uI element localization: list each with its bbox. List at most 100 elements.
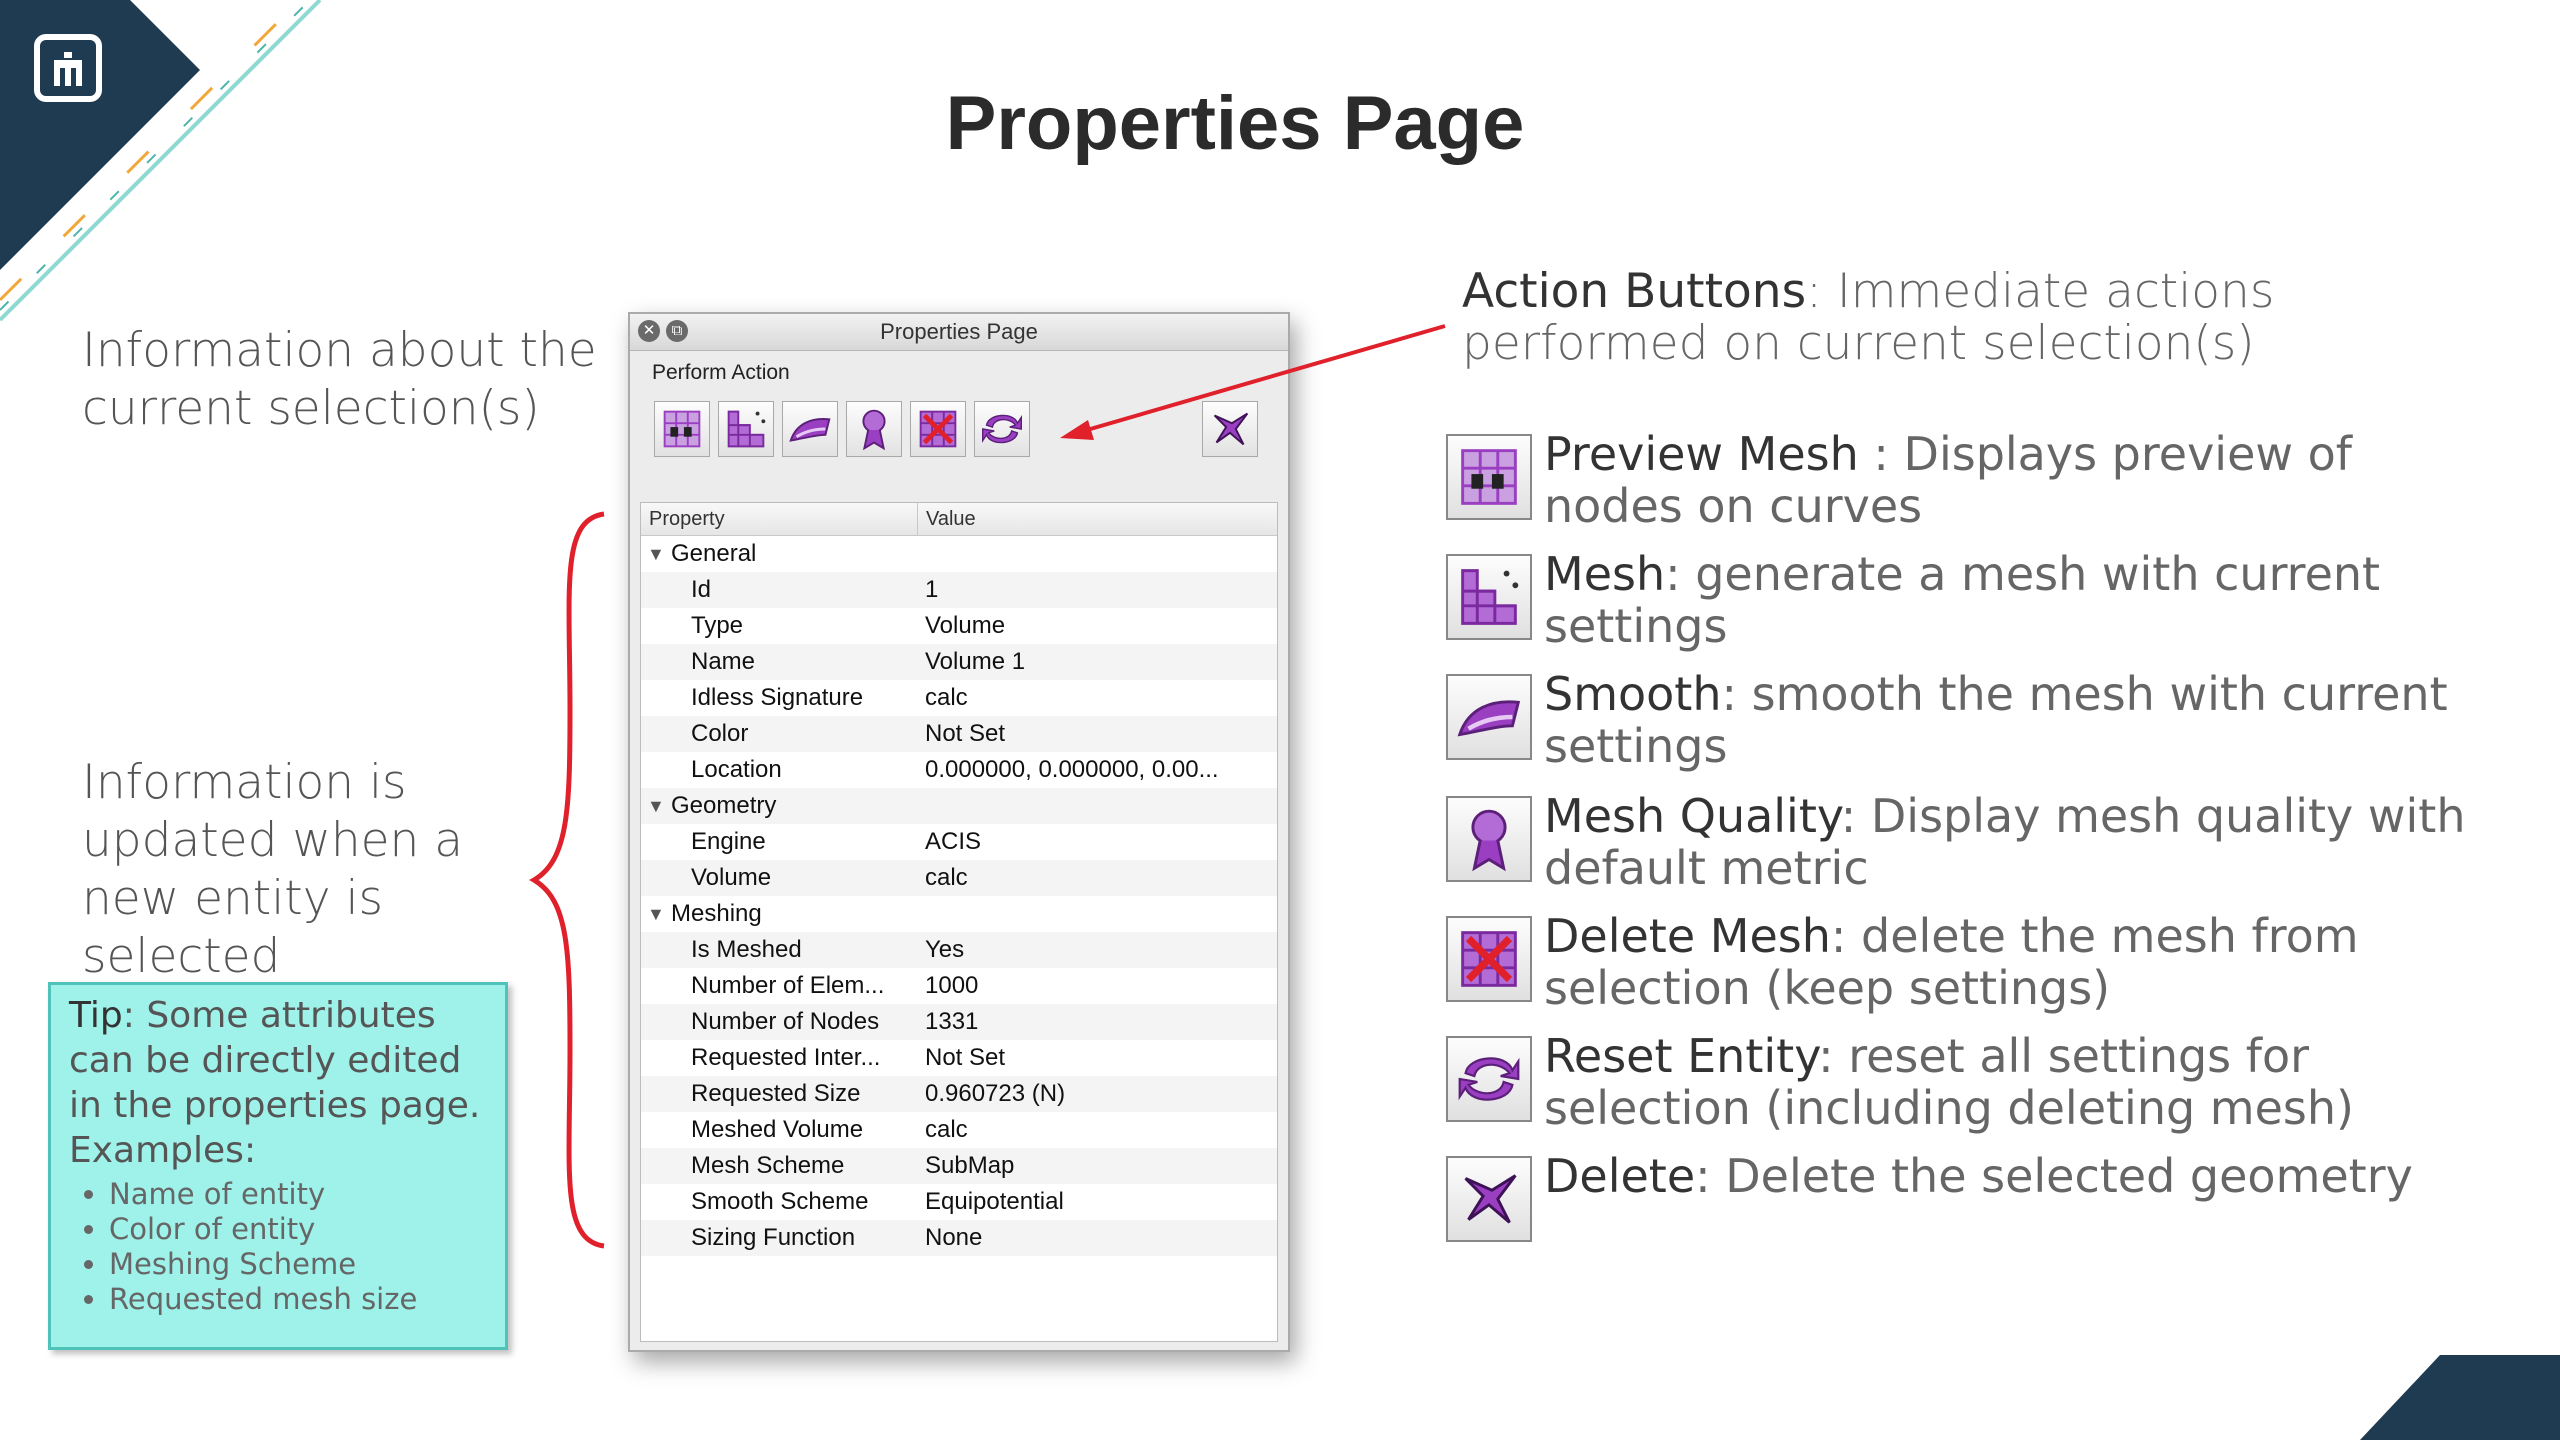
property-name: Id: [691, 576, 712, 603]
delete-mesh-button[interactable]: [910, 401, 966, 457]
reset-entity-button[interactable]: [974, 401, 1030, 457]
group-row-meshing[interactable]: ▼ Meshing: [641, 896, 1277, 932]
expand-triangle-icon[interactable]: ▼: [647, 536, 665, 572]
property-value[interactable]: calc: [925, 860, 1265, 896]
property-row[interactable]: Color Not Set: [641, 716, 1277, 752]
property-name: Requested Size: [691, 1080, 861, 1107]
property-name: Engine: [691, 828, 766, 855]
expand-triangle-icon[interactable]: ▼: [647, 788, 665, 824]
property-value[interactable]: Not Set: [925, 716, 1265, 752]
property-value[interactable]: Equipotential: [925, 1184, 1265, 1220]
property-value[interactable]: 1331: [925, 1004, 1265, 1040]
property-name: Smooth Scheme: [691, 1188, 869, 1215]
property-name: Volume: [691, 864, 772, 891]
property-value[interactable]: calc: [925, 680, 1265, 716]
property-row[interactable]: Is Meshed Yes: [641, 932, 1277, 968]
property-row[interactable]: Smooth Scheme Equipotential: [641, 1184, 1277, 1220]
property-value[interactable]: Volume 1: [925, 644, 1265, 680]
legend-icon-frame: [1446, 796, 1532, 882]
corner-decoration-bottom: [2360, 1355, 2560, 1440]
smooth-icon: [1457, 700, 1521, 737]
preview-mesh-button[interactable]: [654, 401, 710, 457]
legend-text: Reset Entity: reset all settings for sel…: [1544, 1030, 2504, 1134]
legend-item-desc: : generate a mesh with current settings: [1544, 547, 2381, 653]
property-value[interactable]: Yes: [925, 932, 1265, 968]
mesh-button[interactable]: [718, 401, 774, 457]
property-name: Is Meshed: [691, 936, 802, 963]
property-row[interactable]: Name Volume 1: [641, 644, 1277, 680]
property-row[interactable]: Requested Inter... Not Set: [641, 1040, 1277, 1076]
property-row[interactable]: Engine ACIS: [641, 824, 1277, 860]
legend-item-name: Delete: [1544, 1149, 1696, 1203]
property-value[interactable]: SubMap: [925, 1148, 1265, 1184]
group-label: Meshing: [671, 900, 762, 927]
expand-triangle-icon[interactable]: ▼: [647, 896, 665, 932]
property-value[interactable]: Not Set: [925, 1040, 1265, 1076]
preview-mesh-icon: [663, 410, 701, 448]
property-row[interactable]: Id 1: [641, 572, 1277, 608]
property-grid[interactable]: Property Value ▼ General Id 1 Type Volume Name…: [640, 502, 1278, 1342]
property-name: Idless Signature: [691, 684, 864, 711]
property-name: Mesh Scheme: [691, 1152, 845, 1179]
property-value[interactable]: calc: [925, 1112, 1265, 1148]
mesh-quality-icon: [862, 409, 886, 451]
property-value[interactable]: 0.000000, 0.000000, 0.00...: [925, 752, 1265, 788]
property-row[interactable]: Idless Signature calc: [641, 680, 1277, 716]
property-row[interactable]: Meshed Volume calc: [641, 1112, 1277, 1148]
smooth-icon: [789, 418, 831, 442]
delete-icon: [1464, 1174, 1517, 1224]
mesh-quality-button[interactable]: [846, 401, 902, 457]
property-row[interactable]: Location 0.000000, 0.000000, 0.00...: [641, 752, 1277, 788]
property-value[interactable]: ACIS: [925, 824, 1265, 860]
legend-item-name: Preview Mesh: [1544, 427, 1859, 481]
reset-entity-icon: [981, 414, 1023, 444]
legend-text: Delete: Delete the selected geometry: [1544, 1150, 2504, 1202]
legend-text: Mesh: generate a mesh with current setti…: [1544, 548, 2504, 652]
property-name: Color: [691, 720, 749, 747]
red-arrow: [1060, 324, 1446, 440]
legend-item-name: Reset Entity: [1544, 1029, 1819, 1083]
properties-dialog: ✕ ⧉ Properties Page Perform Action Prope…: [628, 312, 1290, 1352]
property-column-header[interactable]: Property: [649, 503, 725, 535]
property-row[interactable]: Sizing Function None: [641, 1220, 1277, 1256]
legend-icon-frame: [1446, 434, 1532, 520]
slide-title: Properties Page: [945, 81, 1525, 166]
property-value[interactable]: None: [925, 1220, 1265, 1256]
group-row-geometry[interactable]: ▼ Geometry: [641, 788, 1277, 824]
property-value[interactable]: 1000: [925, 968, 1265, 1004]
property-value[interactable]: Volume: [925, 608, 1265, 644]
tip-box: Tip: Some attributes can be directly edi…: [48, 982, 508, 1350]
value-column-header[interactable]: Value: [917, 503, 976, 535]
dialog-title: Properties Page: [880, 319, 1038, 344]
property-name: Number of Nodes: [691, 1008, 880, 1035]
restore-icon[interactable]: ⧉: [666, 320, 688, 342]
legend-icon-frame: [1446, 674, 1532, 760]
reset-entity-icon: [1458, 1057, 1520, 1101]
property-row[interactable]: Type Volume: [641, 608, 1277, 644]
property-row[interactable]: Requested Size 0.960723 (N): [641, 1076, 1277, 1112]
preview-mesh-icon: [1461, 449, 1517, 505]
property-value[interactable]: 0.960723 (N): [925, 1076, 1265, 1112]
legend-text: Preview Mesh : Displays preview of nodes…: [1544, 428, 2504, 532]
property-row[interactable]: Number of Elem... 1000: [641, 968, 1277, 1004]
property-row[interactable]: Mesh Scheme SubMap: [641, 1148, 1277, 1184]
tip-example: Requested mesh size: [109, 1282, 487, 1317]
mesh-icon: [727, 410, 766, 448]
group-row-general[interactable]: ▼ General: [641, 536, 1277, 572]
legend-item-name: Mesh Quality: [1544, 789, 1841, 843]
tip-examples: Name of entity Color of entity Meshing S…: [69, 1177, 487, 1317]
grid-rows: ▼ General Id 1 Type Volume Name Volume 1 Idless …: [641, 536, 1277, 1256]
property-value[interactable]: 1: [925, 572, 1265, 608]
delete-mesh-icon: [1461, 931, 1517, 987]
update-info-text: Information is updated when a new entity…: [82, 755, 464, 984]
tip-example: Color of entity: [109, 1212, 487, 1247]
property-row[interactable]: Volume calc: [641, 860, 1277, 896]
property-row[interactable]: Number of Nodes 1331: [641, 1004, 1277, 1040]
close-icon[interactable]: ✕: [638, 320, 660, 342]
action-buttons-title: Action Buttons: Immediate actions perfor…: [1462, 266, 2462, 370]
legend-icon-frame: [1446, 916, 1532, 1002]
group-label: General: [671, 540, 757, 567]
property-name: Name: [691, 648, 756, 675]
legend-text: Smooth: smooth the mesh with current set…: [1544, 668, 2504, 772]
smooth-button[interactable]: [782, 401, 838, 457]
